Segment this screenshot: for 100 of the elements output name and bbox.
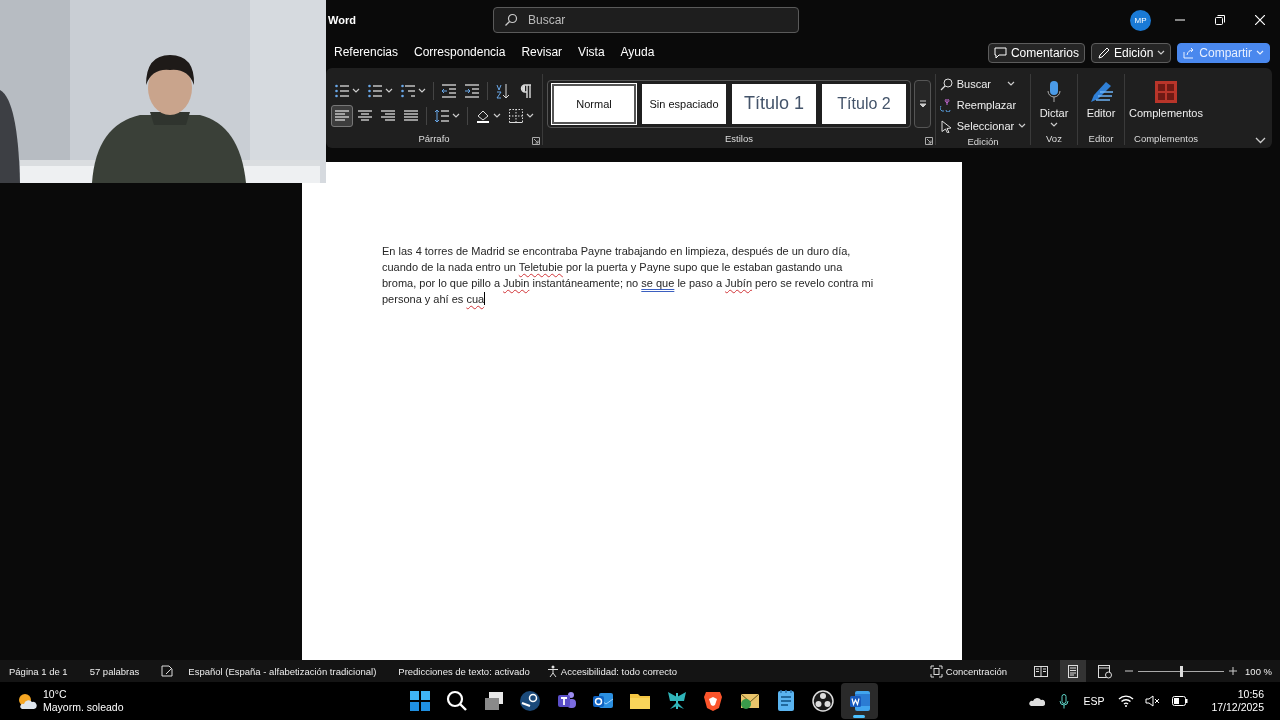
- caret-icon: [1007, 81, 1015, 87]
- view-web-icon: [1097, 663, 1114, 679]
- gear-circle-icon: [518, 689, 543, 713]
- zoom-out-button[interactable]: [1125, 667, 1134, 675]
- minus-icon: [1125, 667, 1134, 675]
- microphone-icon[interactable]: [1058, 693, 1069, 709]
- grid-icon: [1154, 80, 1178, 104]
- numbered-list-icon: [367, 83, 383, 99]
- caret-icon: [418, 88, 426, 94]
- accessibility-icon[interactable]: [546, 664, 559, 678]
- editing-mode-button[interactable]: Edición: [1090, 43, 1172, 63]
- increase-indent-icon: [464, 83, 480, 99]
- focus-button[interactable]: Concentración: [929, 664, 1008, 678]
- caret-icon: [1256, 50, 1264, 56]
- align-justify-icon: [403, 108, 419, 124]
- dialog-launcher-icon[interactable]: [925, 137, 933, 145]
- word-count[interactable]: 57 palabras: [89, 665, 140, 677]
- zoom-in-button[interactable]: [1229, 667, 1238, 675]
- caret-icon: [452, 113, 460, 119]
- document-paragraph[interactable]: En las 4 torres de Madrid se encontraba Payne trabajando en limpieza, después de un duro día, cuando de la nada entro un Teletubie por la puerta y Payne supo que le estaban gastando una broma, por lo que pillo a Jubin instantáneamente; no se que le paso a Jubín pero se revelo contra mi persona y ahí es cua: [382, 243, 878, 307]
- group-label: Edición: [966, 136, 1000, 148]
- caret-icon: [385, 88, 393, 94]
- document-icon: [847, 689, 872, 713]
- clock-date[interactable]: 17/12/2025: [1211, 701, 1264, 714]
- align-left-button[interactable]: [331, 105, 353, 127]
- weather-condition[interactable]: Mayorm. soleado: [43, 701, 124, 714]
- ribbon-tab[interactable]: Revisar: [513, 43, 571, 63]
- share-icon: [1183, 47, 1196, 59]
- group-label: Párrafo: [417, 133, 451, 145]
- search-icon: [939, 77, 953, 91]
- style-option[interactable]: Normal: [552, 83, 636, 124]
- text-predictions-status[interactable]: Predicciones de texto: activado: [398, 665, 530, 677]
- replace-button[interactable]: Reemplazar: [937, 95, 1029, 115]
- multilevel-list-icon: [400, 83, 416, 99]
- view-print-button[interactable]: [1060, 660, 1087, 682]
- style-option[interactable]: Título 2: [822, 83, 906, 124]
- microphone-icon: [1046, 79, 1062, 104]
- view-read-icon: [1033, 663, 1050, 679]
- group-label: Editor: [1087, 133, 1115, 145]
- caret-icon: [1050, 121, 1058, 128]
- align-left-icon: [334, 108, 350, 124]
- zoom-level[interactable]: 100 %: [1245, 665, 1272, 677]
- ribbon-tab[interactable]: Vista: [570, 43, 613, 63]
- cloud-icon[interactable]: [1028, 696, 1045, 706]
- more-icon: [918, 99, 927, 108]
- close-icon: [1255, 15, 1265, 25]
- plus-icon: [1229, 667, 1238, 675]
- dialog-launcher-icon[interactable]: [532, 137, 540, 145]
- wifi-icon[interactable]: [1117, 695, 1134, 707]
- collapse-ribbon-icon[interactable]: [1255, 137, 1266, 144]
- volume-muted-icon[interactable]: [1145, 695, 1161, 707]
- select-button[interactable]: Seleccionar: [937, 116, 1029, 136]
- caret-icon: [493, 113, 501, 119]
- clock-time[interactable]: 10:56: [1237, 688, 1264, 701]
- search-field[interactable]: Buscar: [493, 7, 799, 33]
- group-label: Voz: [1045, 133, 1063, 145]
- dictate-button[interactable]: Dictar: [1035, 79, 1073, 128]
- sun-cloud-icon[interactable]: [17, 692, 37, 710]
- find-button[interactable]: Buscar: [937, 74, 1029, 94]
- accessibility-status[interactable]: Accesibilidad: todo correcto: [560, 665, 677, 677]
- ribbon-tab[interactable]: Ayuda: [612, 43, 663, 63]
- language-status[interactable]: Español (España - alfabetización tradicional): [188, 665, 377, 677]
- borders-icon: [508, 108, 524, 124]
- group-label: Estilos: [724, 133, 754, 145]
- sort-icon: [495, 83, 511, 99]
- input-language[interactable]: ESP: [1083, 695, 1105, 707]
- aperture-icon: [810, 689, 835, 713]
- proofing-icon[interactable]: [161, 665, 175, 677]
- speech-bubble-icon: [993, 47, 1007, 59]
- caret-icon: [1018, 123, 1027, 129]
- decrease-indent-icon: [441, 83, 457, 99]
- pencil-icon: [1096, 46, 1110, 60]
- line-spacing-icon: [434, 108, 450, 124]
- more-styles-button[interactable]: [914, 79, 931, 128]
- caret-icon: [526, 113, 534, 119]
- style-option[interactable]: Sin espaciado: [642, 83, 726, 124]
- shading-icon: [475, 108, 491, 124]
- caret-icon: [1157, 50, 1166, 56]
- restore-icon: [1215, 15, 1225, 25]
- pilcrow-icon: [518, 83, 534, 99]
- replace-icon: [939, 98, 953, 112]
- ribbon-tab[interactable]: Referencias: [326, 43, 407, 63]
- caret-icon: [352, 88, 360, 94]
- windows-logo-icon: [408, 689, 433, 713]
- taskbar-button[interactable]: [841, 683, 878, 719]
- comments-button[interactable]: Comentarios: [987, 43, 1085, 63]
- ribbon-tab[interactable]: Correspondencia: [406, 43, 514, 63]
- account-avatar[interactable]: MP: [1130, 9, 1151, 31]
- page-count[interactable]: Página 1 de 1: [9, 665, 68, 677]
- app-title: Word: [328, 14, 357, 26]
- battery-icon[interactable]: [1171, 696, 1188, 706]
- align-center-icon: [357, 108, 373, 124]
- style-option[interactable]: Título 1: [732, 83, 816, 124]
- editor-button[interactable]: Editor: [1082, 80, 1120, 119]
- temperature[interactable]: 10°C: [43, 688, 124, 701]
- pen-icon: [1088, 80, 1114, 104]
- add-ins-button[interactable]: Complementos: [1125, 80, 1207, 119]
- bullet-list-icon: [334, 83, 350, 99]
- cursor-icon: [939, 119, 953, 133]
- search-icon: [504, 13, 518, 27]
